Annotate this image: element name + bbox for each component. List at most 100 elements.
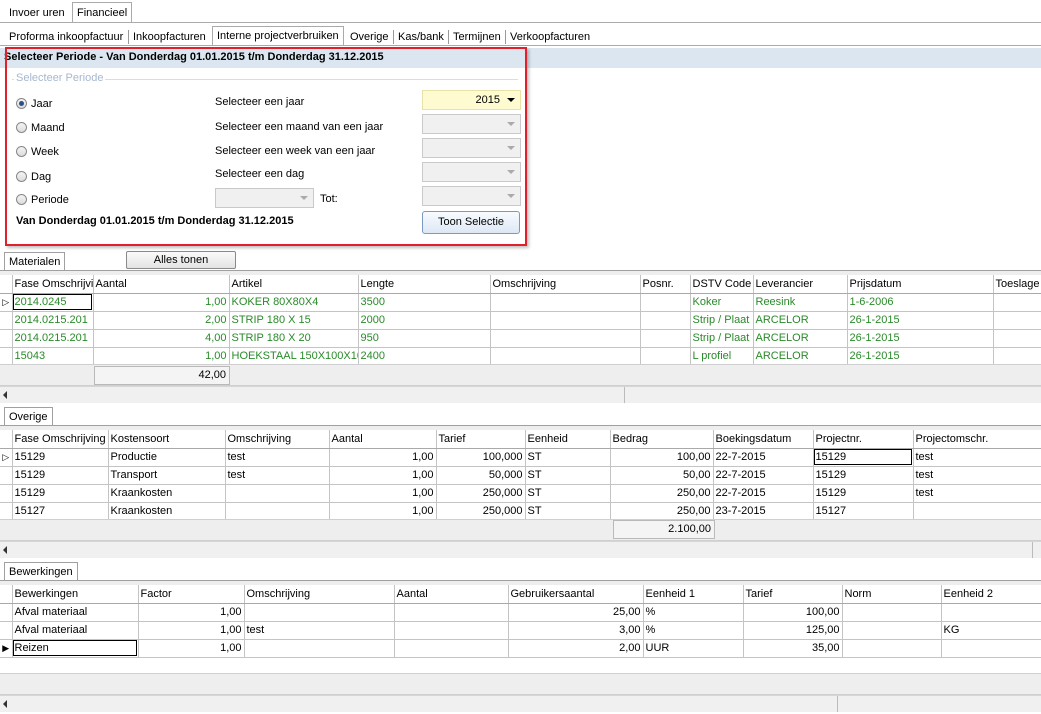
table-cell[interactable]: 250,00 <box>610 484 714 503</box>
table-cell[interactable]: ST <box>525 448 611 467</box>
table-cell[interactable]: Afval materiaal <box>12 603 139 622</box>
table-cell[interactable]: 26-1-2015 <box>847 329 994 348</box>
scroll-thumb[interactable] <box>13 696 838 712</box>
table-cell[interactable]: Koker <box>690 293 754 312</box>
col-header[interactable]: Omschrijving <box>225 430 330 449</box>
materialen-hscrollbar[interactable] <box>0 386 1041 403</box>
table-row[interactable]: 15127 Kraankosten 1,00 250,000 ST 250,00… <box>0 502 1041 521</box>
col-header[interactable]: Eenheid 1 <box>643 585 744 604</box>
radio-dag[interactable] <box>16 171 27 182</box>
col-header[interactable]: Bedrag <box>610 430 714 449</box>
col-header[interactable]: Omschrijving <box>244 585 395 604</box>
table-cell[interactable]: 2000 <box>358 311 491 330</box>
table-row[interactable]: 15129 Kraankosten 1,00 250,000 ST 250,00… <box>0 484 1041 503</box>
table-cell[interactable]: 50,00 <box>610 466 714 485</box>
table-cell[interactable]: Strip / Plaat <box>690 311 754 330</box>
month-select[interactable] <box>422 114 521 134</box>
table-cell[interactable]: 2,00 <box>508 639 644 658</box>
table-cell[interactable]: Reesink <box>753 293 848 312</box>
table-row[interactable]: 15043 1,00 HOEKSTAAL 150X100X10 2400 L p… <box>0 347 1041 366</box>
tab-overige-grid[interactable]: Overige <box>4 407 53 426</box>
table-cell[interactable]: ARCELOR <box>753 347 848 366</box>
tab-proforma-inkoopfactuur[interactable]: Proforma inkoopfactuur <box>5 28 127 46</box>
table-cell[interactable]: 25,00 <box>508 603 644 622</box>
col-header[interactable]: Leverancier <box>753 275 848 294</box>
table-cell[interactable]: 15129 <box>813 466 914 485</box>
bewerkingen-hscrollbar[interactable] <box>0 695 1041 712</box>
radio-week[interactable] <box>16 146 27 157</box>
table-cell[interactable]: ARCELOR <box>753 311 848 330</box>
table-cell[interactable]: ST <box>525 466 611 485</box>
scroll-left-icon[interactable] <box>3 391 7 399</box>
table-row[interactable]: 15129 Transport test 1,00 50,000 ST 50,0… <box>0 466 1041 485</box>
table-cell[interactable] <box>490 311 641 330</box>
table-cell[interactable]: L profiel <box>690 347 754 366</box>
table-cell[interactable]: test <box>913 484 1041 503</box>
table-cell[interactable]: 250,000 <box>436 484 526 503</box>
tab-interne-projectverbruiken[interactable]: Interne projectverbruiken <box>212 26 344 46</box>
col-header[interactable]: Factor <box>138 585 245 604</box>
table-cell[interactable]: 15129 <box>12 466 109 485</box>
col-header[interactable]: Eenheid <box>525 430 611 449</box>
table-cell[interactable] <box>244 639 395 658</box>
period-from-select[interactable] <box>215 188 314 208</box>
table-cell[interactable]: test <box>225 466 330 485</box>
table-cell[interactable] <box>640 329 691 348</box>
table-cell[interactable]: 1,00 <box>138 603 245 622</box>
table-cell[interactable]: 950 <box>358 329 491 348</box>
table-cell[interactable]: 100,00 <box>743 603 843 622</box>
tab-bewerkingen[interactable]: Bewerkingen <box>4 562 78 581</box>
table-cell[interactable] <box>913 502 1041 521</box>
table-cell[interactable]: 2,00 <box>93 311 230 330</box>
table-cell[interactable] <box>993 347 1041 366</box>
radio-jaar[interactable] <box>16 98 27 109</box>
table-cell[interactable]: 100,000 <box>436 448 526 467</box>
table-cell[interactable]: 15129 <box>813 448 914 467</box>
tab-financieel[interactable]: Financieel <box>72 2 133 23</box>
radio-maand[interactable] <box>16 122 27 133</box>
table-cell[interactable]: 22-7-2015 <box>713 466 814 485</box>
table-cell[interactable]: 15127 <box>12 502 109 521</box>
table-cell[interactable] <box>941 603 1041 622</box>
table-cell[interactable] <box>842 621 942 640</box>
table-cell[interactable]: 15129 <box>12 448 109 467</box>
col-header[interactable]: Boekingsdatum <box>713 430 814 449</box>
period-to-select[interactable] <box>422 186 521 206</box>
col-header[interactable]: Kostensoort <box>108 430 226 449</box>
table-cell[interactable] <box>993 329 1041 348</box>
scroll-left-icon[interactable] <box>3 700 7 708</box>
table-cell[interactable]: 1,00 <box>138 621 245 640</box>
table-cell[interactable]: 15129 <box>12 484 109 503</box>
table-cell[interactable] <box>941 639 1041 658</box>
table-cell[interactable] <box>490 329 641 348</box>
table-cell[interactable]: test <box>225 448 330 467</box>
table-cell[interactable]: 3,00 <box>508 621 644 640</box>
table-cell[interactable]: test <box>913 466 1041 485</box>
table-cell[interactable]: 250,00 <box>610 502 714 521</box>
show-all-button[interactable]: Alles tonen <box>126 251 236 269</box>
table-cell[interactable]: 1,00 <box>329 502 437 521</box>
table-cell[interactable]: 2014.0215.201 <box>12 311 94 330</box>
tab-inkoopfacturen[interactable]: Inkoopfacturen <box>129 28 210 46</box>
table-cell[interactable]: 125,00 <box>743 621 843 640</box>
table-cell[interactable] <box>640 347 691 366</box>
col-header[interactable]: Lengte <box>358 275 491 294</box>
table-cell[interactable]: 26-1-2015 <box>847 311 994 330</box>
table-cell[interactable]: 22-7-2015 <box>713 484 814 503</box>
col-header[interactable]: Projectnr. <box>813 430 914 449</box>
scroll-left-icon[interactable] <box>3 546 7 554</box>
table-cell[interactable]: 50,000 <box>436 466 526 485</box>
table-cell[interactable]: ARCELOR <box>753 329 848 348</box>
table-row[interactable]: 2014.0215.201 4,00 STRIP 180 X 20 950 St… <box>0 329 1041 348</box>
col-header[interactable]: Aantal <box>394 585 509 604</box>
col-header[interactable]: Toeslage <box>993 275 1041 294</box>
table-cell[interactable]: 22-7-2015 <box>713 448 814 467</box>
radio-periode[interactable] <box>16 194 27 205</box>
table-row[interactable]: ▶ Reizen 1,00 2,00 UUR 35,00 <box>0 639 1041 658</box>
col-header[interactable]: Tarief <box>743 585 843 604</box>
table-cell[interactable]: Transport <box>108 466 226 485</box>
table-cell[interactable]: 15043 <box>12 347 94 366</box>
table-cell[interactable]: 1,00 <box>93 347 230 366</box>
table-cell[interactable]: HOEKSTAAL 150X100X10 <box>229 347 359 366</box>
tab-kas-bank[interactable]: Kas/bank <box>394 28 448 46</box>
